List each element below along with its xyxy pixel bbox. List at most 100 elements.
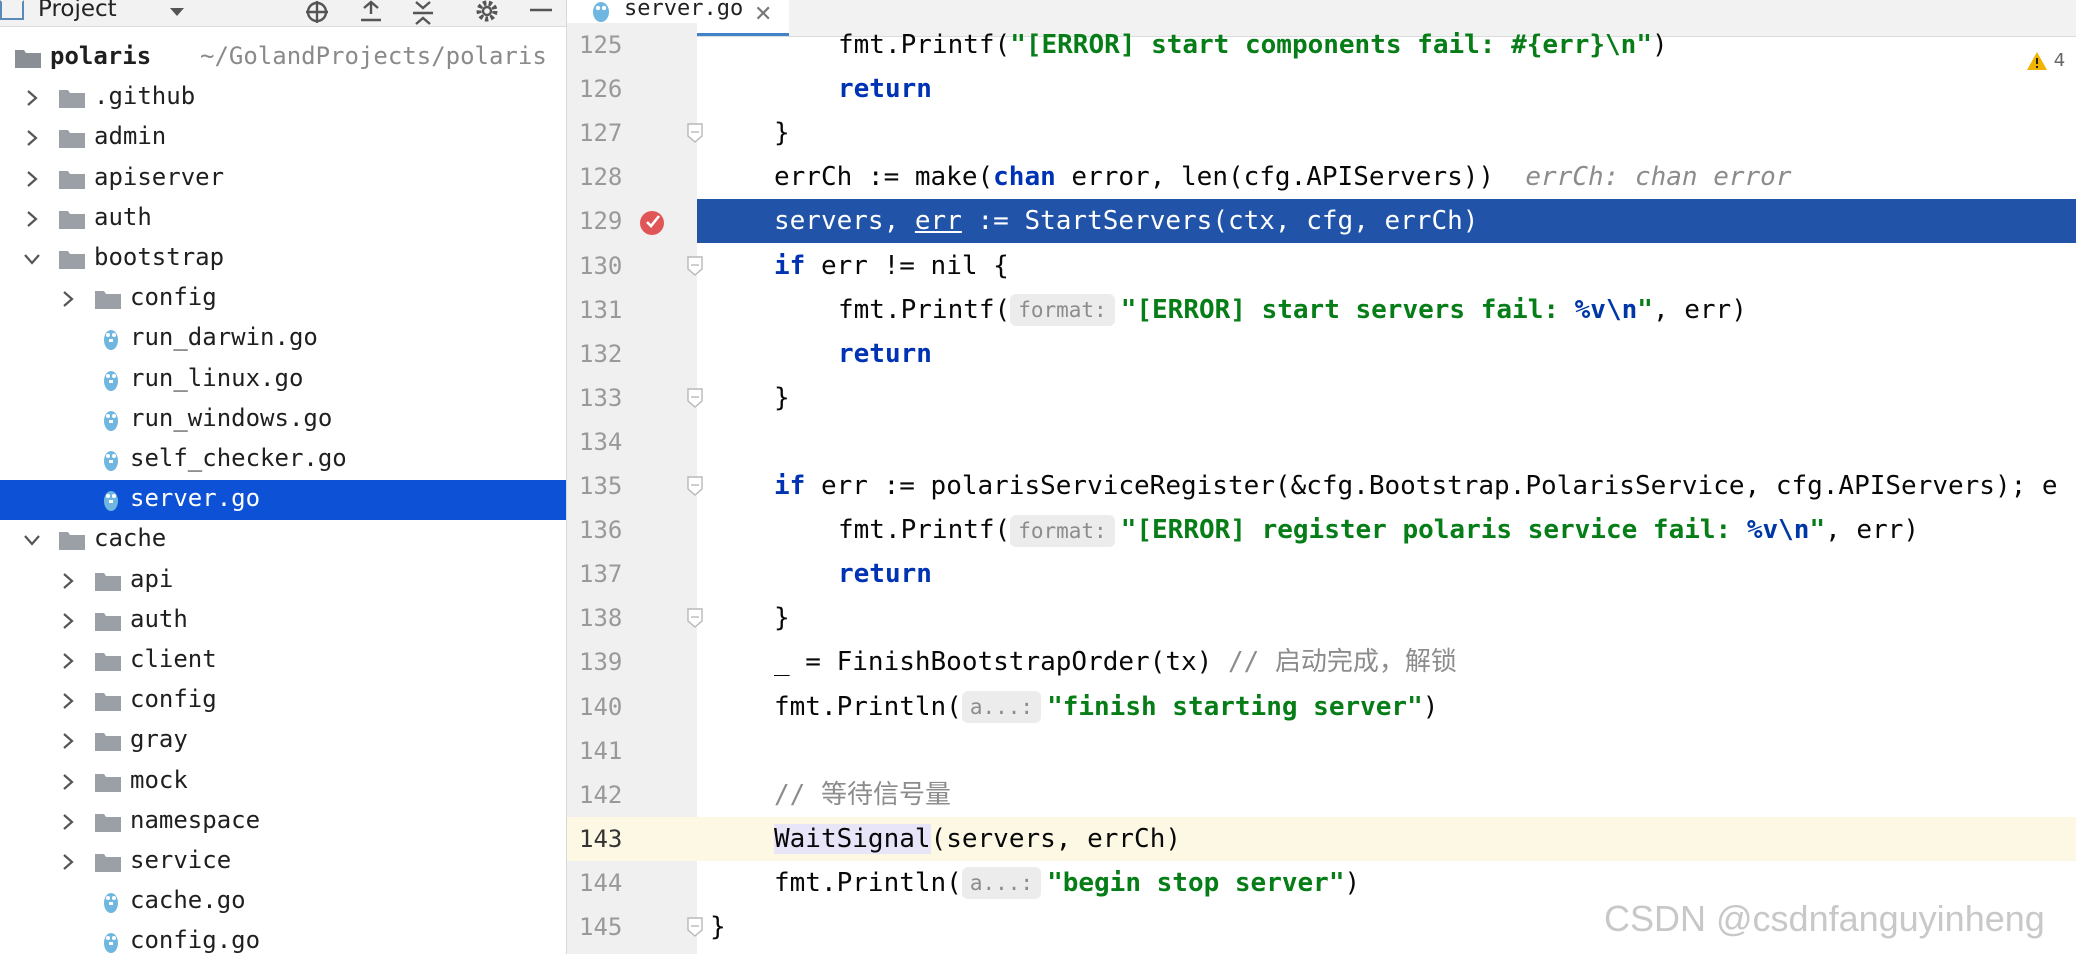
code-line[interactable]: 130 if err != nil { bbox=[567, 243, 2076, 288]
tree-item[interactable]: bootstrap bbox=[0, 239, 566, 279]
line-number[interactable]: 141 bbox=[567, 728, 697, 773]
locate-crosshair-icon[interactable] bbox=[302, 0, 332, 26]
code-line[interactable]: 135 if err := polarisServiceRegister(&cfg… bbox=[567, 464, 2076, 508]
chevron-right-icon[interactable] bbox=[22, 209, 42, 229]
tab-label: server.go bbox=[624, 0, 744, 21]
tree-item[interactable]: auth bbox=[0, 601, 566, 641]
tree-item[interactable]: polaris ~/GolandProjects/polaris bbox=[0, 38, 566, 78]
line-number[interactable]: 145 bbox=[567, 905, 697, 949]
tree-item[interactable]: config bbox=[0, 681, 566, 721]
tree-item[interactable]: cache bbox=[0, 520, 566, 560]
line-number[interactable]: 133 bbox=[567, 375, 697, 420]
tree-item[interactable]: client bbox=[0, 641, 566, 681]
tree-item[interactable]: run_linux.go bbox=[0, 360, 566, 400]
code-line[interactable]: 138} bbox=[567, 596, 2076, 641]
fold-marker-icon[interactable] bbox=[686, 475, 704, 497]
gear-icon[interactable] bbox=[472, 0, 502, 26]
code-line[interactable]: 137 return bbox=[567, 552, 2076, 597]
tree-item[interactable]: .github bbox=[0, 78, 566, 118]
line-number[interactable]: 126 bbox=[567, 67, 697, 112]
tree-item[interactable]: apiserver bbox=[0, 159, 566, 199]
code-line[interactable]: 128 errCh := make(chan error, len(cfg.API… bbox=[567, 155, 2076, 200]
tree-item[interactable]: run_darwin.go bbox=[0, 319, 566, 359]
hide-minus-icon[interactable] bbox=[526, 0, 556, 26]
line-number[interactable]: 136 bbox=[567, 508, 697, 553]
tree-item[interactable]: api bbox=[0, 561, 566, 601]
fold-marker-icon[interactable] bbox=[686, 387, 704, 409]
chevron-right-icon[interactable] bbox=[22, 128, 42, 148]
chevron-right-icon[interactable] bbox=[22, 88, 42, 108]
tree-item[interactable]: config bbox=[0, 279, 566, 319]
code-line[interactable]: 133} bbox=[567, 375, 2076, 420]
line-number[interactable]: 127 bbox=[567, 111, 697, 156]
code-text: } bbox=[774, 382, 790, 413]
tree-item[interactable]: admin bbox=[0, 118, 566, 158]
chevron-right-icon[interactable] bbox=[58, 812, 78, 832]
code-line[interactable]: 134 bbox=[567, 419, 2076, 464]
code-line[interactable]: 136 fmt.Printf(format: "[ERROR] register p… bbox=[567, 508, 2076, 553]
line-number[interactable]: 140 bbox=[567, 684, 697, 729]
chevron-right-icon[interactable] bbox=[58, 571, 78, 591]
tree-item-label: service bbox=[130, 846, 232, 874]
line-number[interactable]: 130 bbox=[567, 243, 697, 288]
tree-item[interactable]: mock bbox=[0, 762, 566, 802]
tree-item[interactable]: server.go bbox=[0, 480, 566, 521]
chevron-down-icon[interactable] bbox=[22, 249, 42, 269]
code-line[interactable]: 132 return bbox=[567, 331, 2076, 376]
line-number[interactable]: 135 bbox=[567, 464, 697, 508]
tree-item[interactable]: service bbox=[0, 842, 566, 882]
tree-item[interactable]: gray bbox=[0, 721, 566, 761]
tree-item[interactable]: cache.go bbox=[0, 882, 566, 922]
chevron-right-icon[interactable] bbox=[58, 289, 78, 309]
collapse-all-icon[interactable] bbox=[408, 0, 438, 26]
line-number[interactable]: 143 bbox=[567, 816, 697, 861]
line-number[interactable]: 144 bbox=[567, 860, 697, 905]
tree-item[interactable]: namespace bbox=[0, 802, 566, 842]
code-line[interactable]: 140 fmt.Println(a...: "finish starting ser… bbox=[567, 684, 2076, 729]
breakpoint-icon[interactable] bbox=[639, 208, 667, 236]
tree-item[interactable]: auth bbox=[0, 199, 566, 239]
chevron-down-icon[interactable] bbox=[166, 2, 188, 22]
code-line[interactable]: 131 fmt.Printf(format: "[ERROR] start serv… bbox=[567, 287, 2076, 332]
line-number[interactable]: 139 bbox=[567, 640, 697, 685]
chevron-right-icon[interactable] bbox=[58, 772, 78, 792]
line-number[interactable]: 131 bbox=[567, 287, 697, 332]
fold-marker-icon[interactable] bbox=[686, 255, 704, 277]
project-title[interactable]: Project bbox=[38, 0, 117, 22]
line-number[interactable]: 137 bbox=[567, 552, 697, 597]
line-number[interactable]: 132 bbox=[567, 331, 697, 376]
line-number[interactable]: 134 bbox=[567, 419, 697, 464]
expand-all-icon[interactable] bbox=[356, 0, 386, 26]
chevron-right-icon[interactable] bbox=[22, 169, 42, 189]
chevron-down-icon[interactable] bbox=[22, 530, 42, 550]
code-line[interactable]: 139 _ = FinishBootstrapOrder(tx) // 启动完成，… bbox=[567, 640, 2076, 685]
code-text: // 等待信号量 bbox=[774, 779, 951, 810]
line-number[interactable]: 125 bbox=[567, 23, 697, 67]
tree-item[interactable]: self_checker.go bbox=[0, 440, 566, 480]
project-view-icon[interactable] bbox=[0, 0, 24, 20]
fold-marker-icon[interactable] bbox=[686, 122, 704, 144]
chevron-right-icon[interactable] bbox=[58, 611, 78, 631]
line-number[interactable]: 138 bbox=[567, 596, 697, 641]
code-line[interactable]: 143 WaitSignal(servers, errCh) bbox=[567, 816, 2076, 861]
chevron-right-icon[interactable] bbox=[58, 691, 78, 711]
code-line[interactable]: 129 servers, err := StartServers(ctx, cfg… bbox=[567, 199, 2076, 244]
code-text: _ = FinishBootstrapOrder(tx) // 启动完成，解锁 bbox=[774, 647, 1457, 678]
code-line[interactable]: 127} bbox=[567, 111, 2076, 156]
code-line[interactable]: 141 bbox=[567, 728, 2076, 773]
tree-item[interactable]: config.go bbox=[0, 922, 566, 954]
code-line[interactable]: 142 // 等待信号量 bbox=[567, 772, 2076, 817]
chevron-right-icon[interactable] bbox=[58, 651, 78, 671]
chevron-right-icon[interactable] bbox=[58, 731, 78, 751]
chevron-right-icon[interactable] bbox=[58, 852, 78, 872]
line-number[interactable]: 142 bbox=[567, 772, 697, 817]
fold-marker-icon[interactable] bbox=[686, 607, 704, 629]
code-line[interactable]: 126 return bbox=[567, 67, 2076, 112]
tree-item[interactable]: run_windows.go bbox=[0, 400, 566, 440]
tree-item-label: self_checker.go bbox=[130, 444, 347, 472]
line-number[interactable]: 128 bbox=[567, 155, 697, 200]
code-line[interactable]: 125 fmt.Printf("[ERROR] start components … bbox=[567, 23, 2076, 67]
fold-marker-icon[interactable] bbox=[686, 916, 704, 938]
warnings-indicator[interactable]: 4 bbox=[2026, 50, 2065, 71]
line-number[interactable]: 129 bbox=[567, 199, 697, 244]
